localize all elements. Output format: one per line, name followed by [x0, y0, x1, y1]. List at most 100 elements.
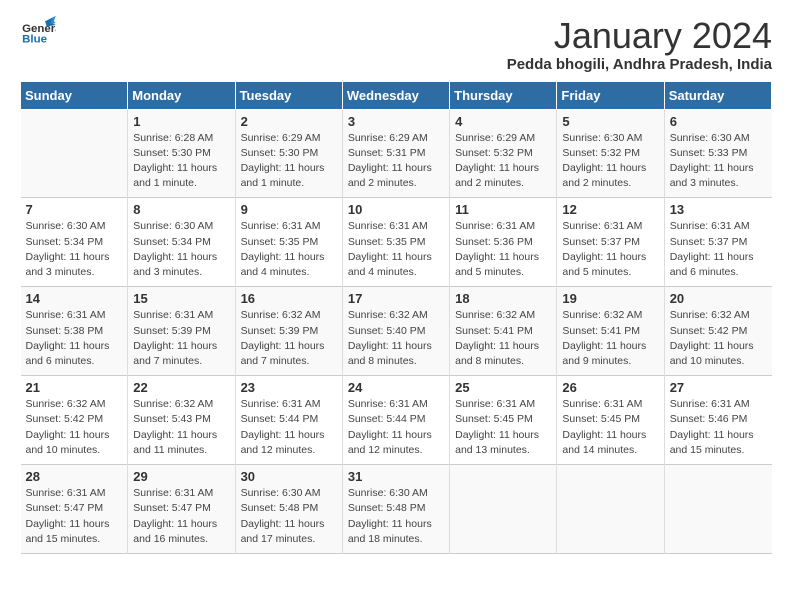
calendar-cell: 13 Sunrise: 6:31 AM Sunset: 5:37 PM Dayli… — [664, 198, 771, 287]
calendar-cell: 3 Sunrise: 6:29 AM Sunset: 5:31 PM Daylig… — [342, 109, 449, 198]
calendar-cell — [664, 465, 771, 554]
calendar-cell: 29Sunrise: 6:31 AM Sunset: 5:47 PM Dayli… — [128, 465, 235, 554]
day-number: 16 — [241, 291, 337, 306]
day-number: 14 — [26, 291, 123, 306]
cell-info: Sunrise: 6:31 AM Sunset: 5:44 PM Dayligh… — [241, 397, 337, 458]
cell-info: Sunrise: 6:31 AM Sunset: 5:37 PM Dayligh… — [670, 219, 767, 280]
calendar-cell — [557, 465, 664, 554]
weekday-header-thursday: Thursday — [450, 81, 557, 109]
cell-info: Sunrise: 6:31 AM Sunset: 5:35 PM Dayligh… — [241, 219, 337, 280]
calendar-cell — [450, 465, 557, 554]
day-number: 3 — [348, 114, 444, 129]
calendar-cell: 10Sunrise: 6:31 AM Sunset: 5:35 PM Dayli… — [342, 198, 449, 287]
location: Pedda bhogili, Andhra Pradesh, India — [507, 56, 772, 73]
calendar-cell: 16Sunrise: 6:32 AM Sunset: 5:39 PM Dayli… — [235, 287, 342, 376]
logo-icon: General Blue — [20, 16, 56, 46]
cell-info: Sunrise: 6:31 AM Sunset: 5:38 PM Dayligh… — [26, 308, 123, 369]
cell-info: Sunrise: 6:30 AM Sunset: 5:33 PM Dayligh… — [670, 131, 767, 192]
svg-text:Blue: Blue — [22, 33, 47, 45]
calendar-cell: 25 Sunrise: 6:31 AM Sunset: 5:45 PM Dayli… — [450, 376, 557, 465]
calendar-week-row: 7 Sunrise: 6:30 AM Sunset: 5:34 PM Daylig… — [21, 198, 772, 287]
calendar-cell: 31 Sunrise: 6:30 AM Sunset: 5:48 PM Dayli… — [342, 465, 449, 554]
cell-info: Sunrise: 6:32 AM Sunset: 5:43 PM Dayligh… — [133, 397, 229, 458]
calendar-cell: 1 Sunrise: 6:28 AM Sunset: 5:30 PM Daylig… — [128, 109, 235, 198]
calendar-cell: 28Sunrise: 6:31 AM Sunset: 5:47 PM Dayli… — [21, 465, 128, 554]
calendar-cell: 14 Sunrise: 6:31 AM Sunset: 5:38 PM Dayli… — [21, 287, 128, 376]
cell-info: Sunrise: 6:29 AM Sunset: 5:31 PM Dayligh… — [348, 131, 444, 192]
calendar-cell: 6Sunrise: 6:30 AM Sunset: 5:33 PM Daylig… — [664, 109, 771, 198]
calendar-cell: 20 Sunrise: 6:32 AM Sunset: 5:42 PM Dayli… — [664, 287, 771, 376]
day-number: 8 — [133, 202, 229, 217]
calendar-cell: 24Sunrise: 6:31 AM Sunset: 5:44 PM Dayli… — [342, 376, 449, 465]
calendar-cell — [21, 109, 128, 198]
cell-info: Sunrise: 6:32 AM Sunset: 5:42 PM Dayligh… — [26, 397, 123, 458]
calendar-cell: 17 Sunrise: 6:32 AM Sunset: 5:40 PM Dayli… — [342, 287, 449, 376]
weekday-header-tuesday: Tuesday — [235, 81, 342, 109]
month-title: January 2024 — [507, 16, 772, 56]
calendar-cell: 15 Sunrise: 6:31 AM Sunset: 5:39 PM Dayli… — [128, 287, 235, 376]
logo: General Blue — [20, 16, 56, 46]
calendar-table: SundayMondayTuesdayWednesdayThursdayFrid… — [20, 81, 772, 554]
cell-info: Sunrise: 6:31 AM Sunset: 5:47 PM Dayligh… — [133, 486, 229, 547]
calendar-cell: 4 Sunrise: 6:29 AM Sunset: 5:32 PM Daylig… — [450, 109, 557, 198]
calendar-cell: 5Sunrise: 6:30 AM Sunset: 5:32 PM Daylig… — [557, 109, 664, 198]
cell-info: Sunrise: 6:31 AM Sunset: 5:46 PM Dayligh… — [670, 397, 767, 458]
cell-info: Sunrise: 6:32 AM Sunset: 5:41 PM Dayligh… — [455, 308, 551, 369]
day-number: 4 — [455, 114, 551, 129]
calendar-cell: 23 Sunrise: 6:31 AM Sunset: 5:44 PM Dayli… — [235, 376, 342, 465]
cell-info: Sunrise: 6:31 AM Sunset: 5:36 PM Dayligh… — [455, 219, 551, 280]
day-number: 15 — [133, 291, 229, 306]
weekday-header-saturday: Saturday — [664, 81, 771, 109]
cell-info: Sunrise: 6:32 AM Sunset: 5:42 PM Dayligh… — [670, 308, 767, 369]
calendar-cell: 22 Sunrise: 6:32 AM Sunset: 5:43 PM Dayli… — [128, 376, 235, 465]
day-number: 9 — [241, 202, 337, 217]
cell-info: Sunrise: 6:31 AM Sunset: 5:39 PM Dayligh… — [133, 308, 229, 369]
day-number: 27 — [670, 380, 767, 395]
cell-info: Sunrise: 6:31 AM Sunset: 5:35 PM Dayligh… — [348, 219, 444, 280]
day-number: 31 — [348, 469, 444, 484]
day-number: 25 — [455, 380, 551, 395]
calendar-cell: 9 Sunrise: 6:31 AM Sunset: 5:35 PM Daylig… — [235, 198, 342, 287]
calendar-cell: 30Sunrise: 6:30 AM Sunset: 5:48 PM Dayli… — [235, 465, 342, 554]
calendar-week-row: 28Sunrise: 6:31 AM Sunset: 5:47 PM Dayli… — [21, 465, 772, 554]
cell-info: Sunrise: 6:29 AM Sunset: 5:32 PM Dayligh… — [455, 131, 551, 192]
calendar-cell: 11 Sunrise: 6:31 AM Sunset: 5:36 PM Dayli… — [450, 198, 557, 287]
cell-info: Sunrise: 6:31 AM Sunset: 5:45 PM Dayligh… — [562, 397, 658, 458]
weekday-header-row: SundayMondayTuesdayWednesdayThursdayFrid… — [21, 81, 772, 109]
cell-info: Sunrise: 6:30 AM Sunset: 5:34 PM Dayligh… — [26, 219, 123, 280]
cell-info: Sunrise: 6:31 AM Sunset: 5:47 PM Dayligh… — [26, 486, 123, 547]
day-number: 2 — [241, 114, 337, 129]
cell-info: Sunrise: 6:28 AM Sunset: 5:30 PM Dayligh… — [133, 131, 229, 192]
calendar-cell: 7 Sunrise: 6:30 AM Sunset: 5:34 PM Daylig… — [21, 198, 128, 287]
day-number: 5 — [562, 114, 658, 129]
cell-info: Sunrise: 6:30 AM Sunset: 5:48 PM Dayligh… — [348, 486, 444, 547]
title-block: January 2024 Pedda bhogili, Andhra Prade… — [507, 16, 772, 73]
day-number: 20 — [670, 291, 767, 306]
cell-info: Sunrise: 6:31 AM Sunset: 5:44 PM Dayligh… — [348, 397, 444, 458]
calendar-week-row: 14 Sunrise: 6:31 AM Sunset: 5:38 PM Dayli… — [21, 287, 772, 376]
day-number: 1 — [133, 114, 229, 129]
calendar-cell: 19Sunrise: 6:32 AM Sunset: 5:41 PM Dayli… — [557, 287, 664, 376]
cell-info: Sunrise: 6:32 AM Sunset: 5:41 PM Dayligh… — [562, 308, 658, 369]
day-number: 21 — [26, 380, 123, 395]
day-number: 23 — [241, 380, 337, 395]
calendar-cell: 21 Sunrise: 6:32 AM Sunset: 5:42 PM Dayli… — [21, 376, 128, 465]
day-number: 17 — [348, 291, 444, 306]
weekday-header-friday: Friday — [557, 81, 664, 109]
weekday-header-wednesday: Wednesday — [342, 81, 449, 109]
day-number: 11 — [455, 202, 551, 217]
weekday-header-sunday: Sunday — [21, 81, 128, 109]
day-number: 13 — [670, 202, 767, 217]
day-number: 18 — [455, 291, 551, 306]
weekday-header-monday: Monday — [128, 81, 235, 109]
calendar-cell: 26 Sunrise: 6:31 AM Sunset: 5:45 PM Dayli… — [557, 376, 664, 465]
day-number: 22 — [133, 380, 229, 395]
calendar-cell: 2Sunrise: 6:29 AM Sunset: 5:30 PM Daylig… — [235, 109, 342, 198]
cell-info: Sunrise: 6:32 AM Sunset: 5:40 PM Dayligh… — [348, 308, 444, 369]
cell-info: Sunrise: 6:31 AM Sunset: 5:37 PM Dayligh… — [562, 219, 658, 280]
cell-info: Sunrise: 6:31 AM Sunset: 5:45 PM Dayligh… — [455, 397, 551, 458]
day-number: 12 — [562, 202, 658, 217]
day-number: 30 — [241, 469, 337, 484]
day-number: 7 — [26, 202, 123, 217]
day-number: 26 — [562, 380, 658, 395]
